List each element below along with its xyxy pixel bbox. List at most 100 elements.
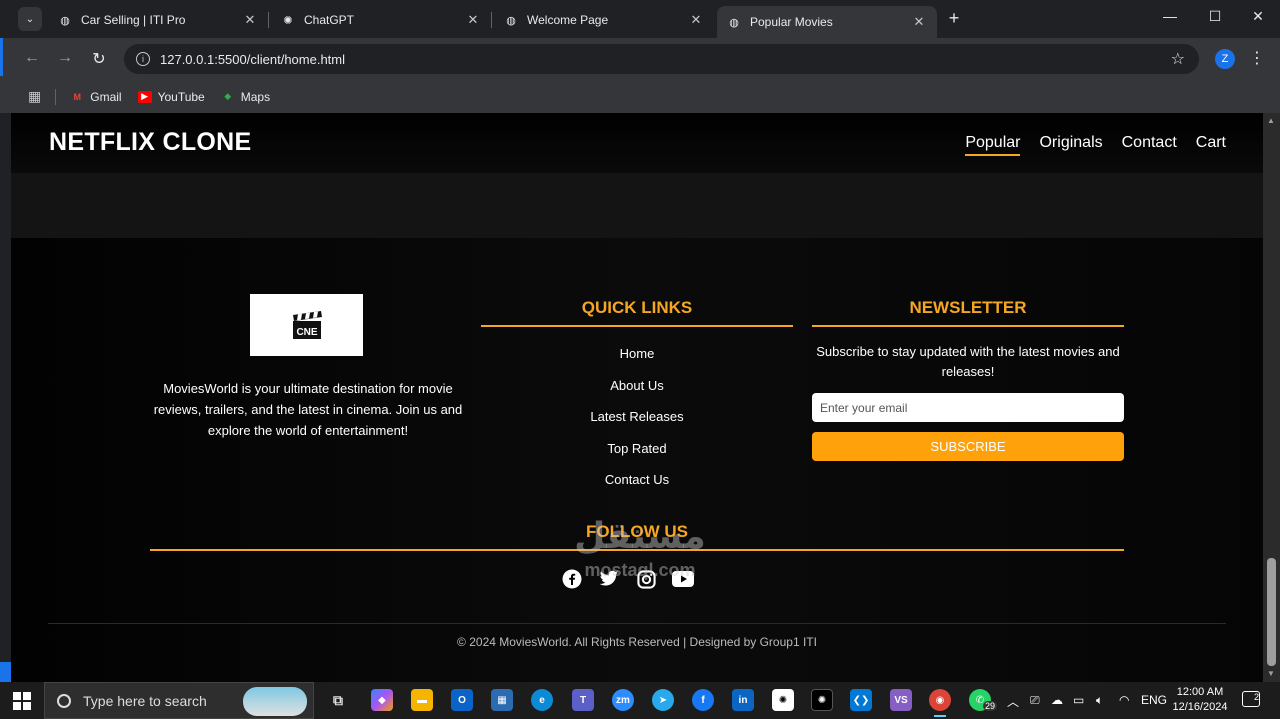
content-area (11, 173, 1263, 238)
search-icon (57, 693, 71, 708)
forward-icon[interactable]: → (55, 49, 75, 67)
newsletter-title: NEWSLETTER (909, 298, 1027, 317)
chatgpt-app-icon[interactable]: ✺ (772, 689, 794, 711)
language-indicator[interactable]: ENG (1141, 693, 1167, 707)
bookmark-label: Gmail (90, 89, 122, 104)
openai-icon[interactable]: ✺ (811, 689, 833, 711)
bookmarks-bar: ▦ M Gmail ▶ YouTube ◆ Maps (0, 80, 1280, 113)
address-bar[interactable]: i 127.0.0.1:5500/client/home.html ☆ (124, 44, 1199, 74)
linkedin-icon[interactable]: in (732, 689, 754, 711)
reload-icon[interactable]: ↻ (89, 49, 109, 69)
page-viewport: NETFLIX CLONE Popular Originals Contact … (11, 113, 1263, 682)
tab-chatgpt[interactable]: ✺ ChatGPT ✕ (271, 6, 491, 34)
nav-cart[interactable]: Cart (1196, 134, 1226, 156)
newsletter-divider (812, 325, 1124, 327)
minimize-icon[interactable]: — (1160, 8, 1180, 24)
youtube-icon: ▶ (137, 90, 152, 103)
chatgpt-icon: ✺ (283, 14, 293, 27)
windows-taskbar: Type here to search ⧉ ◆ ▬ O ▦ e T zm ➤ f… (0, 682, 1280, 719)
tray-device-icon[interactable]: ⎚ (1030, 693, 1040, 708)
zoom-icon[interactable]: zm (612, 689, 634, 711)
bookmark-star-icon[interactable]: ☆ (1171, 49, 1185, 69)
page-scrollbar[interactable]: ▲ ▼ (1263, 113, 1280, 682)
globe-icon: ◍ (506, 14, 516, 27)
clapperboard-icon: CNE (292, 311, 322, 339)
tab-title: ChatGPT (304, 13, 355, 27)
tab-title: Popular Movies (750, 15, 833, 29)
vscode-icon[interactable]: ❮❯ (850, 689, 872, 711)
windows-start-icon[interactable] (13, 692, 31, 710)
footer-link-contact[interactable]: Contact Us (481, 469, 793, 501)
wifi-icon[interactable]: ◠ (1119, 693, 1129, 707)
outlook-icon[interactable]: O (451, 689, 473, 711)
tab-welcome-page[interactable]: ◍ Welcome Page ✕ (494, 6, 714, 34)
task-view-icon[interactable]: ⧉ (327, 689, 349, 711)
footer-link-about[interactable]: About Us (481, 375, 793, 407)
edge-icon[interactable]: e (531, 689, 553, 711)
nav-originals[interactable]: Originals (1039, 134, 1102, 156)
bookmark-gmail[interactable]: M Gmail (70, 90, 121, 104)
site-brand[interactable]: NETFLIX CLONE (49, 128, 252, 157)
copyright-text: © 2024 MoviesWorld. All Rights Reserved … (457, 635, 817, 649)
nav-contact[interactable]: Contact (1122, 134, 1177, 156)
footer-logo: CNE (250, 294, 363, 356)
bookmark-youtube[interactable]: ▶ YouTube (137, 89, 205, 104)
subscribe-button[interactable]: SUBSCRIBE (812, 432, 1124, 461)
bookmark-separator (55, 88, 57, 105)
close-icon[interactable]: ✕ (242, 12, 258, 28)
tray-chevron-icon[interactable]: ︿ (1007, 693, 1019, 710)
scrollbar-thumb[interactable] (1267, 558, 1276, 666)
maps-icon: ◆ (224, 91, 232, 101)
taskbar-search-placeholder: Type here to search (83, 692, 207, 709)
back-icon[interactable]: ← (22, 49, 42, 67)
chrome-icon[interactable]: ◉ (929, 689, 951, 717)
quick-links-title: QUICK LINKS (581, 298, 693, 317)
microsoft-store-icon[interactable]: ▦ (491, 689, 513, 711)
footer-link-latest[interactable]: Latest Releases (481, 406, 793, 438)
volume-icon[interactable]: 🔈︎ (1096, 693, 1103, 708)
taskbar-search-box[interactable]: Type here to search (44, 682, 314, 719)
footer-link-top-rated[interactable]: Top Rated (481, 438, 793, 470)
apps-grid-icon[interactable]: ▦ (28, 88, 41, 105)
battery-icon[interactable]: ▭ (1073, 693, 1084, 707)
globe-icon: ◍ (60, 14, 70, 27)
close-icon[interactable]: ✕ (688, 12, 704, 28)
onedrive-icon[interactable]: ☁ (1051, 693, 1063, 707)
scroll-down-icon[interactable]: ▼ (1267, 669, 1275, 678)
footer-link-home[interactable]: Home (481, 343, 793, 375)
facebook-app-icon[interactable]: f (692, 689, 714, 711)
profile-avatar[interactable]: Z (1215, 49, 1235, 69)
tab-strip: ⌄ ◍ Car Selling | ITI Pro ✕ ✺ ChatGPT ✕ … (0, 0, 1280, 38)
teams-icon[interactable]: T (572, 689, 594, 711)
tab-title: Welcome Page (527, 13, 609, 27)
close-icon[interactable]: ✕ (911, 14, 927, 30)
taskbar-clock[interactable]: 12:00 AM 12/16/2024 (1170, 685, 1230, 715)
window-close-icon[interactable]: ✕ (1248, 8, 1268, 25)
tab-popular-movies[interactable]: ◍ Popular Movies ✕ (717, 6, 937, 38)
svg-text:CNE: CNE (296, 327, 317, 338)
watermark-url: mostaql.com (584, 560, 696, 580)
bookmark-label: YouTube (157, 89, 205, 104)
site-header: NETFLIX CLONE Popular Originals Contact … (11, 113, 1263, 173)
new-tab-button[interactable]: + (944, 8, 964, 28)
whatsapp-badge: 29 (983, 701, 998, 711)
tab-search-button[interactable]: ⌄ (18, 7, 42, 31)
email-input[interactable] (812, 393, 1124, 422)
notification-icon[interactable]: 2 (1242, 691, 1260, 707)
nav-popular[interactable]: Popular (965, 134, 1021, 156)
site-nav: Popular Originals Contact Cart (965, 134, 1226, 156)
copilot-icon[interactable]: ◆ (371, 689, 393, 711)
globe-icon: ◍ (729, 16, 739, 29)
telegram-icon[interactable]: ➤ (652, 689, 674, 711)
scroll-up-icon[interactable]: ▲ (1267, 116, 1275, 125)
site-info-icon[interactable]: i (136, 52, 150, 66)
browser-chrome: ⌄ ◍ Car Selling | ITI Pro ✕ ✺ ChatGPT ✕ … (0, 0, 1280, 113)
menu-icon[interactable]: ⋮ (1249, 48, 1265, 68)
visual-studio-icon[interactable]: VS (890, 689, 912, 711)
search-highlight-image (243, 687, 307, 716)
tab-car-selling[interactable]: ◍ Car Selling | ITI Pro ✕ (48, 6, 268, 34)
file-explorer-icon[interactable]: ▬ (411, 689, 433, 711)
close-icon[interactable]: ✕ (465, 12, 481, 28)
bookmark-maps[interactable]: ◆ Maps (221, 90, 270, 104)
maximize-icon[interactable]: ☐ (1205, 8, 1225, 25)
